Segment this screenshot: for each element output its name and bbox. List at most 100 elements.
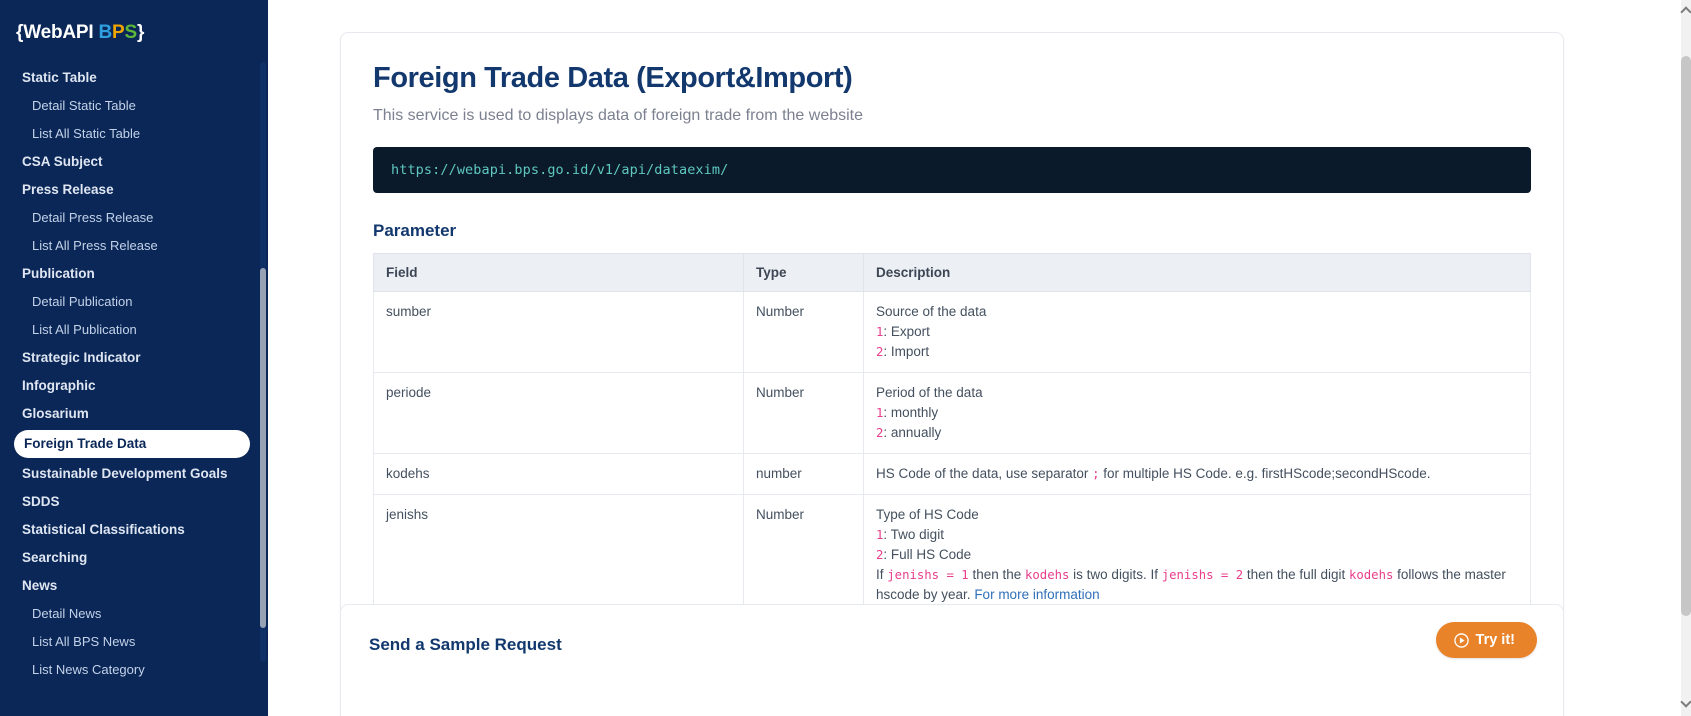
desc-code: kodehs xyxy=(1025,568,1070,582)
sidebar: {WebAPI BPS} Static Table Detail Static T… xyxy=(0,0,268,716)
desc-text: Source of the data xyxy=(876,304,987,319)
sidebar-item-label: Detail News xyxy=(32,606,102,621)
sidebar-item-detail-press-release[interactable]: Detail Press Release xyxy=(0,204,268,232)
cell-description: Type of HS Code 1: Two digit 2: Full HS Co… xyxy=(863,494,1531,616)
desc-line: 2: Full HS Code xyxy=(876,545,1518,565)
desc-line: 1: Two digit xyxy=(876,525,1518,545)
sidebar-item-list-all-publication[interactable]: List All Publication xyxy=(0,316,268,344)
cell-field: sumber xyxy=(373,291,744,373)
scroll-up-arrow-icon[interactable] xyxy=(1680,6,1691,18)
sidebar-item-label: CSA Subject xyxy=(22,154,103,169)
sidebar-item-label: Searching xyxy=(22,550,88,565)
sidebar-item-statistical-classifications[interactable]: Statistical Classifications xyxy=(0,516,268,544)
desc-text: : Import xyxy=(883,344,930,359)
cell-type: Number xyxy=(743,494,864,616)
sidebar-item-infographic[interactable]: Infographic xyxy=(0,372,268,400)
sidebar-item-list-all-static-table[interactable]: List All Static Table xyxy=(0,120,268,148)
brand-letter-p: P xyxy=(112,22,125,43)
page-subtitle: This service is used to displays data of… xyxy=(373,107,864,124)
sidebar-item-label: Static Table xyxy=(22,70,97,85)
sidebar-item-news[interactable]: News xyxy=(0,572,268,600)
sidebar-item-strategic-indicator[interactable]: Strategic Indicator xyxy=(0,344,268,372)
desc-text: : annually xyxy=(883,425,942,440)
desc-text: then the xyxy=(968,567,1025,582)
brand-close: } xyxy=(137,22,145,43)
more-information-link[interactable]: For more information xyxy=(974,587,1099,602)
desc-text: is two digits. If xyxy=(1069,567,1162,582)
sidebar-item-detail-news[interactable]: Detail News xyxy=(0,600,268,628)
sidebar-item-label: SDDS xyxy=(22,494,60,509)
desc-line: 1: monthly xyxy=(876,403,1518,423)
sidebar-item-list-all-press-release[interactable]: List All Press Release xyxy=(0,232,268,260)
desc-text: If xyxy=(876,567,888,582)
sidebar-item-static-table[interactable]: Static Table xyxy=(0,64,268,92)
sidebar-item-label: News xyxy=(22,578,58,593)
cell-type: Number xyxy=(743,372,864,454)
sidebar-item-label: Infographic xyxy=(22,378,96,393)
desc-line: Type of HS Code xyxy=(876,505,1518,525)
desc-text: HS Code of the data, use separator xyxy=(876,466,1093,481)
cell-description: Period of the data 1: monthly 2: annually xyxy=(863,372,1531,454)
sidebar-nav: Static Table Detail Static Table List All … xyxy=(0,64,268,684)
endpoint-url-bar[interactable]: https://webapi.bps.go.id/v1/api/dataexim… xyxy=(373,147,1531,193)
desc-code: ; xyxy=(1092,467,1100,481)
sample-request-title: Send a Sample Request xyxy=(369,635,562,654)
sidebar-item-label: Detail Static Table xyxy=(32,98,136,113)
sidebar-item-list-news-category[interactable]: List News Category xyxy=(0,656,268,684)
sidebar-item-csa-subject[interactable]: CSA Subject xyxy=(0,148,268,176)
page-title: Foreign Trade Data (Export&Import) xyxy=(373,62,853,94)
sidebar-item-label: Detail Press Release xyxy=(32,210,154,225)
cell-description: HS Code of the data, use separator ; for… xyxy=(863,453,1531,495)
cell-type: Number xyxy=(743,291,864,373)
sidebar-item-label: Press Release xyxy=(22,182,114,197)
th-field: Field xyxy=(373,253,744,292)
sidebar-item-foreign-trade-data[interactable]: Foreign Trade Data xyxy=(14,430,250,458)
sidebar-scrollbar-thumb[interactable] xyxy=(260,268,266,628)
try-it-label: Try it! xyxy=(1475,632,1515,648)
sidebar-item-publication[interactable]: Publication xyxy=(0,260,268,288)
desc-code: kodehs xyxy=(1348,568,1394,582)
scroll-down-arrow-icon[interactable] xyxy=(1680,696,1691,708)
sidebar-item-sustainable-development-goals[interactable]: Sustainable Development Goals xyxy=(0,460,268,488)
table-row: sumber Number Source of the data 1: Export 2… xyxy=(373,291,1531,373)
desc-text: : Export xyxy=(883,324,930,339)
sidebar-item-label: List News Category xyxy=(32,662,145,677)
sidebar-item-detail-static-table[interactable]: Detail Static Table xyxy=(0,92,268,120)
sidebar-item-glosarium[interactable]: Glosarium xyxy=(0,400,268,428)
page-scrollbar-thumb[interactable] xyxy=(1681,56,1691,616)
desc-text: for multiple HS Code. e.g. firstHScode;s… xyxy=(1099,466,1431,481)
sidebar-item-label: List All BPS News xyxy=(32,634,136,649)
table-row: kodehs number HS Code of the data, use sep… xyxy=(373,453,1531,495)
sidebar-item-searching[interactable]: Searching xyxy=(0,544,268,572)
sidebar-item-label: Strategic Indicator xyxy=(22,350,141,365)
sidebar-item-label: Statistical Classifications xyxy=(22,522,185,537)
desc-line: 1: Export xyxy=(876,322,1518,342)
app-root: {WebAPI BPS} Static Table Detail Static T… xyxy=(0,0,1691,716)
sidebar-item-press-release[interactable]: Press Release xyxy=(0,176,268,204)
play-circle-icon xyxy=(1453,632,1469,648)
sidebar-item-label: List All Press Release xyxy=(32,238,158,253)
sidebar-item-label: List All Publication xyxy=(32,322,137,337)
table-header-row: Field Type Description xyxy=(373,253,1531,292)
desc-line: Period of the data xyxy=(876,383,1518,403)
cell-field: periode xyxy=(373,372,744,454)
desc-code: jenishs = 1 xyxy=(887,568,969,582)
brand-logo[interactable]: {WebAPI BPS} xyxy=(0,0,268,44)
th-description: Description xyxy=(863,253,1531,292)
table-row: jenishs Number Type of HS Code 1: Two digit… xyxy=(373,494,1531,616)
try-it-button[interactable]: Try it! xyxy=(1435,622,1537,658)
sample-request-card: Send a Sample Request Try it! xyxy=(340,604,1564,716)
sidebar-item-sdds[interactable]: SDDS xyxy=(0,488,268,516)
sidebar-item-detail-publication[interactable]: Detail Publication xyxy=(0,288,268,316)
sidebar-item-label: Foreign Trade Data xyxy=(24,436,147,451)
desc-text: Period of the data xyxy=(876,385,983,400)
cell-field: kodehs xyxy=(373,453,744,495)
cell-description: Source of the data 1: Export 2: Import xyxy=(863,291,1531,373)
sidebar-item-list-all-bps-news[interactable]: List All BPS News xyxy=(0,628,268,656)
desc-text: then the full digit xyxy=(1243,567,1349,582)
sidebar-item-label: Glosarium xyxy=(22,406,89,421)
th-type: Type xyxy=(743,253,864,292)
desc-line: 2: Import xyxy=(876,342,1518,362)
desc-code: jenishs = 2 xyxy=(1161,568,1244,582)
main-content: Foreign Trade Data (Export&Import) This … xyxy=(268,0,1691,716)
